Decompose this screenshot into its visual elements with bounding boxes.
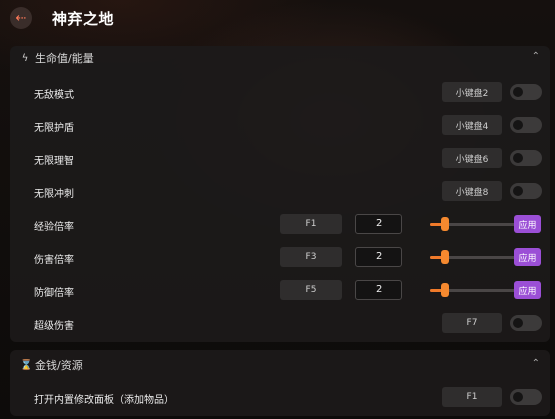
list-item: 无限理智 小键盘6 (10, 142, 550, 175)
section-title: 金钱/资源 (35, 359, 83, 372)
multiplier-input[interactable]: 2 (355, 247, 402, 267)
arrow-left-icon: ⇠ (15, 10, 27, 26)
list-item: 无限护盾 小键盘4 (10, 109, 550, 142)
apply-button[interactable]: 应用 (514, 281, 541, 299)
multiplier-slider[interactable] (430, 280, 516, 300)
lightning-icon: ϟ (21, 52, 29, 64)
toggle-knob (513, 186, 523, 196)
chevron-up-icon[interactable]: ⌃ (532, 358, 540, 369)
hotkey-button[interactable]: 小键盘8 (442, 181, 502, 201)
multiplier-input[interactable]: 2 (355, 280, 402, 300)
slider-thumb[interactable] (441, 250, 449, 264)
section-title: 生命值/能量 (35, 52, 94, 65)
row-label: 经验倍率 (34, 222, 74, 233)
multiplier-input[interactable]: 2 (355, 214, 402, 234)
hotkey-button[interactable]: 小键盘4 (442, 115, 502, 135)
list-item: 经验倍率 F1 2 应用 (10, 208, 550, 241)
row-label: 防御倍率 (34, 288, 74, 299)
section-health-energy: ϟ 生命值/能量 ⌃ 无敌模式 小键盘2 无限护盾 小键盘4 无限理智 小键盘6… (10, 46, 550, 342)
hotkey-button[interactable]: F3 (280, 247, 342, 267)
back-button[interactable]: ⇠ (10, 7, 32, 29)
multiplier-slider[interactable] (430, 247, 516, 267)
section-header[interactable]: ϟ 生命值/能量 ⌃ (10, 46, 550, 70)
hotkey-button[interactable]: 小键盘6 (442, 148, 502, 168)
toggle-switch[interactable] (510, 84, 542, 100)
toggle-knob (513, 392, 523, 402)
apply-button[interactable]: 应用 (514, 248, 541, 266)
hotkey-button[interactable]: F1 (280, 214, 342, 234)
slider-thumb[interactable] (441, 217, 449, 231)
money-bag-icon: ⌛ (20, 359, 33, 371)
toggle-switch[interactable] (510, 315, 542, 331)
chevron-up-icon[interactable]: ⌃ (532, 51, 540, 62)
toggle-knob (513, 153, 523, 163)
toggle-knob (513, 87, 523, 97)
list-item: 无限冲刺 小键盘8 (10, 175, 550, 208)
toggle-switch[interactable] (510, 389, 542, 405)
hotkey-button[interactable]: F1 (442, 387, 502, 407)
row-label: 打开内置修改面板（添加物品） (34, 395, 174, 406)
section-money-resources: ⌛ 金钱/资源 ⌃ 打开内置修改面板（添加物品） F1 (10, 350, 550, 416)
toggle-knob (513, 120, 523, 130)
row-label: 超级伤害 (34, 321, 74, 332)
page-title: 神弃之地 (52, 10, 115, 28)
toggle-switch[interactable] (510, 183, 542, 199)
row-label: 无限护盾 (34, 123, 74, 134)
hotkey-button[interactable]: F5 (280, 280, 342, 300)
list-item: 防御倍率 F5 2 应用 (10, 274, 550, 307)
hotkey-button[interactable]: F7 (442, 313, 502, 333)
list-item: 无敌模式 小键盘2 (10, 76, 550, 109)
list-item: 伤害倍率 F3 2 应用 (10, 241, 550, 274)
toggle-switch[interactable] (510, 117, 542, 133)
row-label: 无敌模式 (34, 90, 74, 101)
multiplier-slider[interactable] (430, 214, 516, 234)
header: ⇠ 神弃之地 (0, 0, 555, 40)
list-item: 打开内置修改面板（添加物品） F1 (10, 381, 550, 414)
row-label: 伤害倍率 (34, 255, 74, 266)
list-item: 超级伤害 F7 (10, 307, 550, 340)
section-header[interactable]: ⌛ 金钱/资源 ⌃ (10, 353, 550, 377)
slider-thumb[interactable] (441, 283, 449, 297)
row-label: 无限冲刺 (34, 189, 74, 200)
row-label: 无限理智 (34, 156, 74, 167)
toggle-knob (513, 318, 523, 328)
apply-button[interactable]: 应用 (514, 215, 541, 233)
toggle-switch[interactable] (510, 150, 542, 166)
hotkey-button[interactable]: 小键盘2 (442, 82, 502, 102)
